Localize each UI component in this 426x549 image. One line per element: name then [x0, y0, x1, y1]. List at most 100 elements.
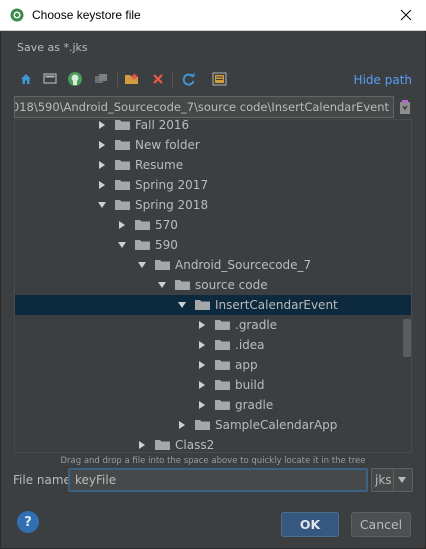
tree-row[interactable]: Spring 2018	[15, 195, 411, 215]
ok-button[interactable]: OK	[281, 512, 339, 537]
tree-row[interactable]: New folder	[15, 135, 411, 155]
folder-icon	[215, 320, 230, 330]
folder-icon	[115, 140, 130, 150]
folder-icon	[135, 220, 150, 230]
toolbar	[14, 69, 244, 91]
tree-row-label: SampleCalendarApp	[215, 418, 338, 432]
tree-row[interactable]: 570	[15, 215, 411, 235]
toolbar-separator	[172, 71, 173, 87]
folder-icon	[115, 180, 130, 190]
tree-row[interactable]: app	[15, 355, 411, 375]
tree-row-label: build	[235, 378, 265, 392]
show-hidden-icon[interactable]	[210, 69, 230, 89]
file-name-label: File name:	[13, 473, 75, 487]
tree-row-label: gradle	[235, 398, 274, 412]
chevron-down-icon[interactable]	[157, 280, 167, 290]
drag-drop-hint: Drag and drop a file into the space abov…	[60, 456, 366, 466]
tree-row[interactable]: Fall 2016	[15, 119, 411, 135]
desktop-icon[interactable]	[40, 69, 60, 89]
folder-icon	[155, 260, 170, 270]
file-name-value: keyFile	[75, 473, 117, 487]
chevron-right-icon[interactable]	[197, 340, 207, 350]
cancel-button[interactable]: Cancel	[351, 512, 411, 537]
tree-row[interactable]: Class2	[15, 435, 411, 452]
chevron-down-icon[interactable]	[137, 260, 147, 270]
folder-icon	[175, 280, 190, 290]
folder-icon	[215, 360, 230, 370]
refresh-icon[interactable]	[178, 69, 198, 89]
close-icon[interactable]	[386, 0, 426, 31]
folder-icon	[215, 340, 230, 350]
folder-icon	[115, 200, 130, 210]
tree-row[interactable]: SampleCalendarApp	[15, 415, 411, 435]
folder-icon	[195, 300, 210, 310]
tree-row[interactable]: gradle	[15, 395, 411, 415]
file-name-input[interactable]: keyFile	[68, 468, 368, 492]
chevron-right-icon[interactable]	[197, 380, 207, 390]
tree-row-label: Spring 2017	[135, 178, 209, 192]
path-input[interactable]: ng 2018\590\Android_Sourcecode_7\source …	[14, 96, 394, 118]
chevron-right-icon[interactable]	[197, 360, 207, 370]
tree-row[interactable]: build	[15, 375, 411, 395]
chevron-right-icon[interactable]	[177, 420, 187, 430]
tree-row-label: .idea	[235, 338, 265, 352]
tree-row-label: Fall 2016	[135, 119, 190, 132]
tree-row[interactable]: .idea	[15, 335, 411, 355]
chevron-down-icon[interactable]	[97, 200, 107, 210]
chevron-down-icon[interactable]	[117, 240, 127, 250]
tree-row-label: New folder	[135, 138, 200, 152]
file-tree[interactable]: Fall 2016 New folder Resume Spring 2017 Spri…	[14, 119, 412, 453]
tree-row-label: InsertCalendarEvent	[215, 298, 338, 312]
chevron-right-icon[interactable]	[117, 220, 127, 230]
dialog-description: Save as *.jks	[17, 41, 88, 54]
folder-icon	[155, 440, 170, 450]
chevron-down-icon[interactable]	[177, 300, 187, 310]
chevron-right-icon[interactable]	[197, 400, 207, 410]
chevron-right-icon[interactable]	[97, 120, 107, 130]
chevron-right-icon[interactable]	[97, 160, 107, 170]
folder-icon	[195, 420, 210, 430]
folder-icon	[115, 160, 130, 170]
title-bar: Choose keystore file	[0, 0, 426, 31]
delete-icon[interactable]	[148, 69, 168, 89]
tree-row-label: Spring 2018	[135, 198, 209, 212]
tree-row[interactable]: .gradle	[15, 315, 411, 335]
home-icon[interactable]	[16, 69, 36, 89]
tree-row[interactable]: Resume	[15, 155, 411, 175]
new-folder-icon[interactable]	[122, 69, 142, 89]
help-button[interactable]: ?	[17, 511, 39, 533]
hide-path-link[interactable]: Hide path	[354, 73, 412, 87]
chevron-right-icon[interactable]	[197, 320, 207, 330]
tree-scrollbar[interactable]	[403, 319, 411, 357]
chevron-right-icon[interactable]	[97, 140, 107, 150]
folder-icon	[115, 120, 130, 130]
tree-row-label: 590	[155, 238, 178, 252]
toolbar-separator	[117, 71, 118, 87]
tree-row-label: Resume	[135, 158, 184, 172]
folder-icon	[215, 380, 230, 390]
extension-select[interactable]: jks	[371, 468, 413, 492]
folder-icon	[215, 400, 230, 410]
tree-row-label: Android_Sourcecode_7	[175, 258, 312, 272]
chevron-right-icon[interactable]	[137, 440, 147, 450]
android-project-icon[interactable]	[65, 69, 85, 89]
tree-row[interactable]: source code	[15, 275, 411, 295]
tree-row-label: 570	[155, 218, 178, 232]
tree-row-label: source code	[195, 278, 268, 292]
tree-row-label: Class2	[175, 438, 215, 452]
chevron-right-icon[interactable]	[97, 180, 107, 190]
android-studio-icon	[10, 8, 24, 22]
window-title: Choose keystore file	[32, 8, 141, 22]
tree-row[interactable]: 590	[15, 235, 411, 255]
folder-icon	[135, 240, 150, 250]
module-icon[interactable]	[91, 69, 111, 89]
tree-row[interactable]: Spring 2017	[15, 175, 411, 195]
chevron-down-icon	[398, 477, 406, 483]
path-value: ng 2018\590\Android_Sourcecode_7\source …	[14, 100, 389, 114]
select-divider	[393, 469, 394, 491]
tree-row-label: app	[235, 358, 258, 372]
tree-row[interactable]: Android_Sourcecode_7	[15, 255, 411, 275]
tree-row[interactable]: InsertCalendarEvent	[15, 295, 411, 315]
tree-row-label: .gradle	[235, 318, 278, 332]
path-history-icon[interactable]	[398, 98, 412, 116]
